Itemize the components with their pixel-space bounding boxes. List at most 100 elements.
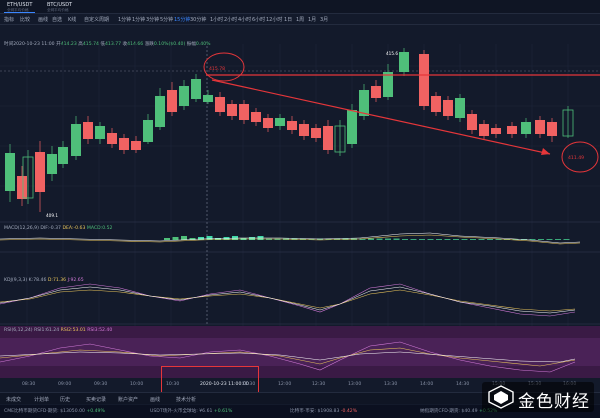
toolbar-item-4[interactable]: K线 [68,16,76,23]
candle-body [507,126,517,134]
trend-arrow-head [541,148,550,155]
toolbar-item-13[interactable]: 2小时 [224,16,237,23]
kdj-j: 92.65 [70,278,84,283]
macd-bar [206,236,213,240]
toolbar-item-3[interactable]: 自选 [52,16,62,23]
candle-body [299,124,309,136]
candle-body [467,114,477,130]
rsi2-value: 53.01 [72,328,86,333]
rsi3-label: RSI3: [87,328,100,333]
candle-body [143,120,153,142]
ticker-item[interactable]: CME比特币期货CFD·期货: $13050.00 +0.49% [4,408,105,414]
macd-dif-line [0,232,581,244]
logo-mark-icon [488,385,514,409]
toolbar-item-0[interactable]: 指标 [4,16,14,23]
rsi1-value: 61.24 [46,328,60,333]
chart-canvas[interactable]: 415.78 411.49 415.6 409.1 [0,26,600,392]
ticker-value: $40.49 [459,409,479,414]
ticker-item[interactable]: USDT场外·火币全球站: ¥6.61 +0.61% [150,408,232,414]
macd-bar [385,238,391,240]
toolbar-item-11[interactable]: 30分钟 [190,16,206,23]
candle-body [287,121,297,130]
candle-body [119,138,129,150]
candle-body [47,154,57,174]
macd-bar [436,239,442,240]
bottom-tab-0[interactable]: 未成交 [6,396,21,403]
low-price-marker: 409.1 [46,213,58,218]
macd-bar [368,238,374,240]
macd-dif-label: DIF: [40,226,50,231]
time-axis-label: 12:00 [278,382,292,387]
candle-body [179,86,189,106]
tab-btc-usdt[interactable]: BTC/USDT 全网平均价格 [44,1,75,13]
toolbar-item-17[interactable]: 1日 [284,16,292,23]
ticker-value: $1908.83 [315,409,341,414]
macd-macd-label: MACD: [86,226,103,231]
macd-bar [478,239,485,240]
symbol-tab-bar: ETH/USDT 全网平均价格 BTC/USDT 全网平均价格 [0,0,600,14]
macd-bar [453,239,459,240]
ticker-item[interactable]: 比特币·币安: $1908.83 -0.42% [290,408,357,414]
time-axis-label: 13:00 [348,382,362,387]
candle-body [107,133,117,144]
logo-text: 金色财经 [518,392,590,412]
candle-body [5,153,15,191]
ticker-label: 比特币·币安: [290,409,316,414]
toolbar-item-14[interactable]: 4小时 [238,16,251,23]
toolbar-item-12[interactable]: 1小时 [210,16,223,23]
toolbar-item-6[interactable]: 1分钟 [118,16,131,23]
macd-bar [538,239,544,240]
rsi1-label: RSI1: [34,328,46,333]
candle-body [443,100,453,116]
toolbar-item-15[interactable]: 6小时 [252,16,265,23]
macd-bar [402,239,408,240]
macd-bar [563,239,570,240]
candle-body [251,112,261,122]
bottom-tab-4[interactable]: 账户资产 [118,396,138,403]
macd-bar [249,237,255,240]
macd-bar [419,239,425,240]
candle-body [383,72,393,97]
time-axis-label: 10:00 [130,382,144,387]
time-axis-label: 14:30 [456,382,470,387]
kdj-j-line [0,283,576,317]
candle-body [131,141,141,150]
bottom-tab-5[interactable]: 画线 [150,396,160,403]
toolbar-item-2[interactable]: 画线 [38,16,48,23]
macd-bar [555,239,561,240]
candle-body [399,52,409,72]
toolbar-item-18[interactable]: 1周 [296,16,304,23]
toolbar-item-20[interactable]: 3月 [320,16,328,23]
macd-bar [444,239,451,240]
toolbar-item-5[interactable]: 自定义周期 [84,16,109,23]
tab-eth-usdt[interactable]: ETH/USDT 全网平均价格 [4,1,36,13]
bottom-tab-3[interactable]: 买卖记录 [86,396,106,403]
toolbar-item-1[interactable]: 比较 [20,16,30,23]
bottom-tab-1[interactable]: 计划单 [34,396,49,403]
candle-body [71,124,81,156]
tab-eth-usdt-sub: 全网平均价格 [7,8,29,12]
bottom-tab-6[interactable]: 技术分析 [176,396,196,403]
macd-bar [172,237,179,240]
candle-body [547,122,557,136]
candle-body [419,54,429,106]
toolbar-item-8[interactable]: 3分钟 [146,16,159,23]
macd-bar [198,237,204,240]
rsi3-value: 52.40 [99,328,113,333]
toolbar-item-19[interactable]: 1月 [308,16,316,23]
bottom-tab-2[interactable]: 历史 [60,396,70,403]
macd-dif: -0.37 [49,226,61,231]
candle-body [491,128,501,134]
candle-body [83,122,93,139]
ticker-label: 纳指期货CFD·期货: [420,409,460,414]
kdj-k: 78.46 [33,278,47,283]
toolbar-item-10[interactable]: 15分钟 [174,16,190,23]
time-axis-label: 12:30 [312,382,326,387]
macd-bar [470,239,476,240]
ticker-label: USDT场外·火币全球站: [150,409,198,414]
time-axis-label: 09:30 [94,382,108,387]
toolbar-item-16[interactable]: 12小时 [266,16,282,23]
toolbar-item-9[interactable]: 5分钟 [160,16,173,23]
toolbar-item-7[interactable]: 1分钟 [132,16,145,23]
candle-body [455,98,465,118]
